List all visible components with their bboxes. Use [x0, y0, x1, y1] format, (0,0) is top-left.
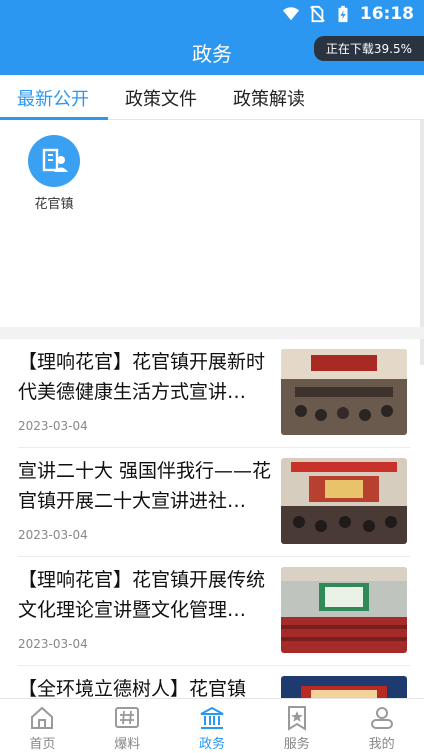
- news-thumbnail: [281, 567, 407, 653]
- download-status-badge[interactable]: 正在下载39.5%: [313, 36, 424, 61]
- tab-policy-interpretation[interactable]: 政策解读: [233, 85, 305, 111]
- tab-latest-public[interactable]: 最新公开: [17, 85, 89, 111]
- status-bar: 16:18: [0, 0, 424, 30]
- section-divider: [0, 327, 424, 339]
- nav-home-label: 首页: [29, 737, 56, 752]
- town-building-icon: [28, 135, 80, 187]
- news-title: 宣讲二十大 强国伴我行——花官镇开展二十大宣讲进社…: [18, 460, 272, 512]
- clock: 16:18: [359, 4, 414, 24]
- nav-service-label: 服务: [283, 737, 310, 752]
- news-item[interactable]: 宣讲二十大 强国伴我行——花官镇开展二十大宣讲进社… 2023-03-04: [18, 448, 410, 556]
- news-item[interactable]: 【理响花官】花官镇开展传统文化理论宣讲暨文化管理… 2023-03-04: [18, 557, 410, 665]
- wifi-icon: [282, 7, 299, 21]
- bookmark-star-icon: [287, 706, 306, 731]
- bottom-navigation: 首页 爆料 政务 服务 我的: [0, 698, 424, 753]
- nav-government[interactable]: 政务: [170, 699, 255, 753]
- app-header: 16:18 政务 正在下载39.5%: [0, 0, 424, 75]
- news-date: 2023-03-04: [18, 528, 88, 542]
- nav-home[interactable]: 首页: [0, 699, 85, 753]
- person-icon: [370, 707, 393, 729]
- nav-report[interactable]: 爆料: [85, 699, 170, 753]
- news-thumbnail: [281, 458, 407, 544]
- town-item-huaguan[interactable]: 花官镇: [26, 135, 82, 212]
- nav-government-label: 政务: [198, 737, 225, 752]
- tab-bar: 最新公开 政策文件 政策解读: [0, 75, 424, 120]
- government-building-icon: [200, 706, 224, 729]
- active-tab-indicator: [0, 117, 108, 120]
- news-date: 2023-03-04: [18, 637, 88, 651]
- nav-report-label: 爆料: [114, 737, 141, 752]
- news-thumbnail: [281, 349, 407, 435]
- tab-policy-documents[interactable]: 政策文件: [125, 85, 197, 111]
- town-label: 花官镇: [34, 197, 74, 212]
- news-item[interactable]: 【理响花官】花官镇开展新时代美德健康生活方式宣讲… 2023-03-04: [18, 339, 410, 447]
- home-icon: [31, 706, 54, 729]
- nav-mine[interactable]: 我的: [339, 699, 424, 753]
- news-title: 【理响花官】花官镇开展传统文化理论宣讲暨文化管理…: [18, 569, 266, 621]
- nav-service[interactable]: 服务: [254, 699, 339, 753]
- hashtag-icon: [115, 707, 140, 728]
- news-title: 【理响花官】花官镇开展新时代美德健康生活方式宣讲…: [18, 351, 266, 403]
- nav-mine-label: 我的: [368, 737, 395, 752]
- news-date: 2023-03-04: [18, 419, 88, 433]
- status-icons: 16:18: [282, 4, 414, 24]
- battery-charging-icon: [338, 5, 348, 23]
- no-sim-icon: [309, 5, 325, 23]
